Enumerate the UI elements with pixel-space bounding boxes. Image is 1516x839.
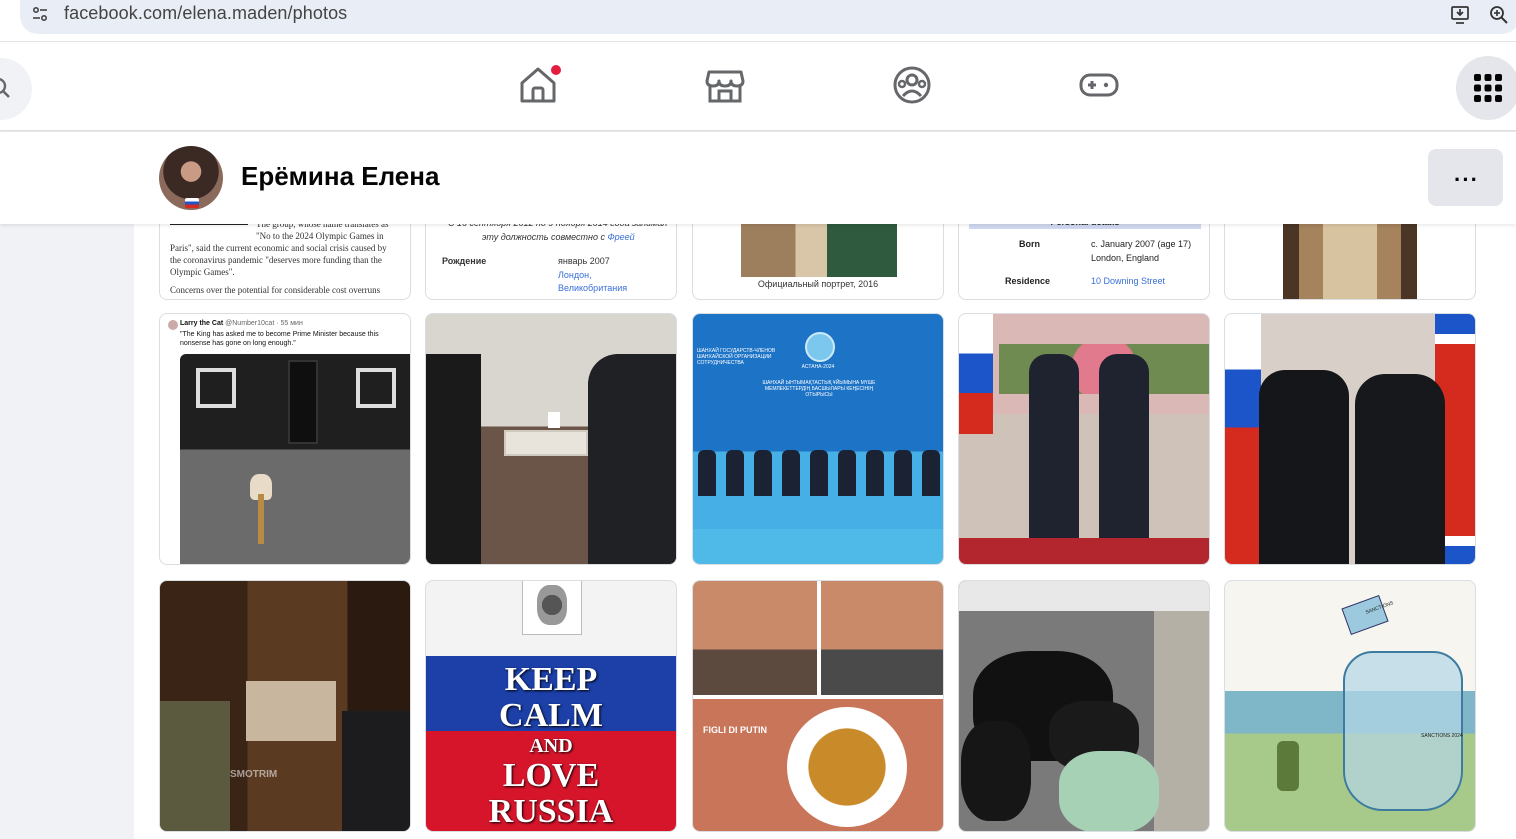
photo-sanctions-cartoon[interactable]: SANCTIONS SANCTIONS 2024	[1224, 580, 1476, 832]
install-app-icon[interactable]	[1450, 4, 1472, 26]
photo-garbage-bags[interactable]	[958, 580, 1210, 832]
infobox-label: Residence	[1005, 276, 1051, 286]
wiki-link[interactable]: Великобритания	[558, 282, 627, 295]
photo-wiki-infobox[interactable]: Personal details Born c. January 2007 (a…	[958, 214, 1210, 300]
infobox-label: Born	[1019, 239, 1040, 249]
summit-city: АСТАНА-2024	[801, 364, 835, 370]
search-button[interactable]	[0, 58, 32, 120]
poster-line: KEEP	[504, 661, 598, 698]
flag-badge-icon	[185, 198, 199, 208]
search-icon	[0, 78, 10, 98]
photo-sco-summit[interactable]: ШАНХАЙ ГОСУДАРСТВ-ЧЛЕНОВ ШАНХАЙСКОЙ ОРГА…	[692, 313, 944, 565]
cartoon-label: SANCTIONS 2024	[1421, 733, 1463, 739]
watermark-text: SMOTRIM	[230, 769, 278, 780]
poster-line: CALM	[499, 697, 603, 734]
menu-button[interactable]	[1456, 56, 1516, 120]
summit-leaders	[693, 448, 943, 496]
home-notification-dot	[550, 64, 562, 76]
profile-name[interactable]: Ерёмина Елена	[241, 161, 439, 192]
wiki-link[interactable]: Лондон,	[558, 269, 592, 282]
infobox-value: c. January 2007 (age 17)	[1091, 239, 1192, 249]
photo-tea-meme[interactable]: FIGLI DI PUTIN	[692, 580, 944, 832]
gaming-icon[interactable]	[1078, 64, 1120, 106]
zoom-icon[interactable]	[1488, 4, 1510, 26]
url-text[interactable]: facebook.com/elena.maden/photos	[64, 3, 347, 24]
article-line: the coronavirus pandemic "deserves more …	[170, 255, 382, 265]
ellipsis-icon: ···	[1454, 167, 1479, 192]
wiki-link[interactable]: Фреей	[608, 232, 635, 242]
photo-handshake-korea[interactable]	[1224, 313, 1476, 565]
profile-header: Ерёмина Елена ···	[0, 132, 1516, 224]
groups-icon[interactable]	[891, 64, 933, 106]
article-line: Concerns over the potential for consider…	[170, 285, 381, 295]
photo-cat-closeup[interactable]	[1224, 214, 1476, 300]
sanctions-bag-icon	[1343, 651, 1463, 811]
photo-larry-tweet[interactable]: Larry the Cat @Number10cat · 55 мин "The…	[159, 313, 411, 565]
browser-toolbar: facebook.com/elena.maden/photos	[0, 0, 1516, 42]
wiki-line: эту должность совместно с	[482, 232, 605, 242]
marketplace-icon[interactable]	[704, 64, 746, 106]
photo-interview[interactable]	[425, 313, 677, 565]
portrait-caption: Официальный портрет, 2016	[757, 279, 879, 289]
sco-logo-icon	[805, 332, 835, 362]
tweet-handle: @Number10cat · 55 мин	[225, 320, 303, 327]
teacup-image	[787, 707, 907, 827]
downing-street-image	[180, 354, 410, 564]
article-line: Paris", said the current economic and so…	[170, 243, 387, 253]
infobox-value: London, England	[1091, 253, 1160, 263]
avatar[interactable]	[159, 146, 223, 210]
infobox-link[interactable]: 10 Downing Street	[1091, 276, 1165, 286]
photo-keep-calm-poster[interactable]: KEEP CALM AND LOVE RUSSIA	[425, 580, 677, 832]
summit-banner-text: ШАНХАЙ ЫНТЫМАҚТАСТЫҚ ҰЙЫМЫНА МҮШЕ МЕМЛЕК…	[762, 380, 876, 398]
coat-of-arms-icon	[522, 581, 582, 635]
portrait-image	[741, 215, 897, 277]
photo-wiki-russian[interactable]: С 16 сентября 2012 по 9 ноября 2014 года…	[425, 214, 677, 300]
tweet-text: "The King has asked me to become Prime M…	[180, 331, 379, 347]
photo-official-portrait[interactable]: Официальный портрет, 2016	[692, 214, 944, 300]
wiki-label: Рождение	[442, 256, 487, 266]
photo-handshake-vietnam[interactable]	[958, 313, 1210, 565]
site-info-icon[interactable]	[30, 4, 50, 24]
meme-watermark: FIGLI DI PUTIN	[703, 725, 767, 735]
article-line: Olympic Games".	[170, 267, 235, 277]
poster-line: RUSSIA	[488, 793, 614, 830]
poster-line: LOVE	[502, 757, 600, 794]
more-options-button[interactable]: ···	[1428, 149, 1503, 206]
tweet-author: Larry the Cat	[180, 320, 224, 327]
cat-image	[1283, 215, 1417, 299]
photos-grid: The group, whose name translates as "No …	[134, 214, 1516, 839]
tweet-avatar	[168, 320, 178, 330]
photo-news-article[interactable]: The group, whose name translates as "No …	[159, 214, 411, 300]
facebook-top-nav	[0, 42, 1516, 130]
photo-interview-room[interactable]: SMOTRIM	[159, 580, 411, 832]
poster-line: AND	[529, 735, 573, 757]
grid-menu-icon	[1474, 74, 1502, 102]
wiki-value: январь 2007	[558, 256, 610, 266]
article-line: "No to the 2024 Olympic Games in	[256, 231, 384, 241]
